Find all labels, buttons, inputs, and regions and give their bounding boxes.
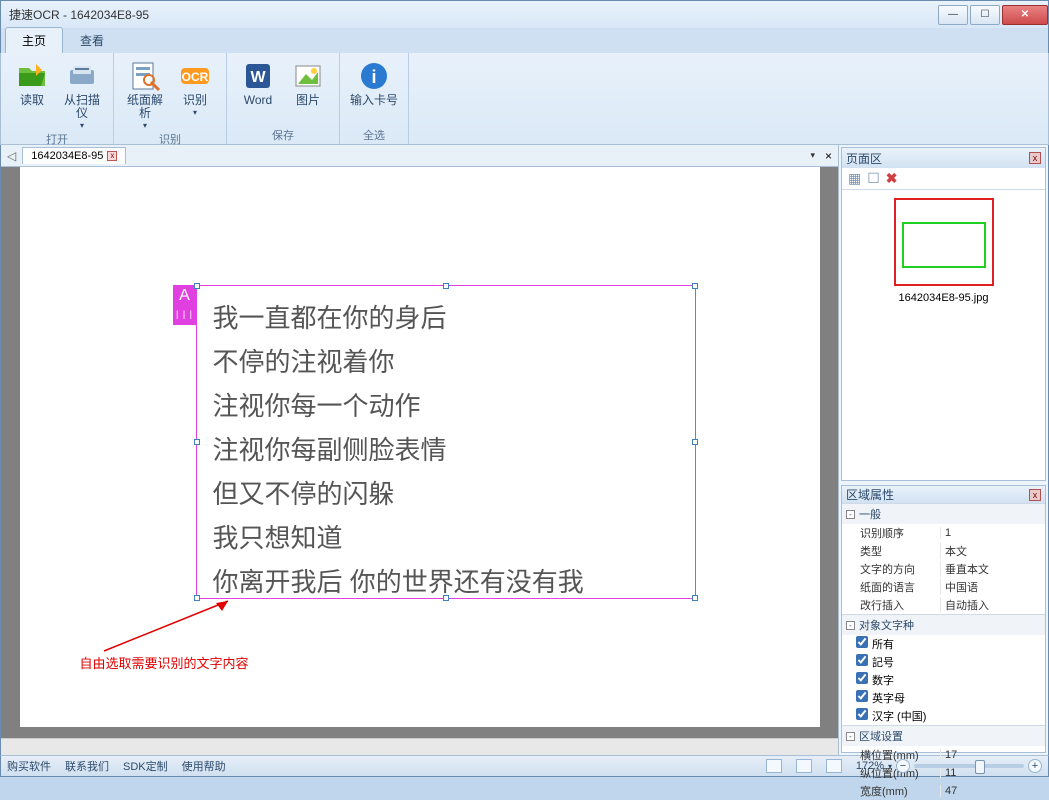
canvas-scroll[interactable]: A| | | 我一直都在你的身后 不停的注视着你 注视你每一个动作 注视你每副侧… xyxy=(1,167,838,738)
word-icon: W xyxy=(242,60,274,92)
chk-symbol xyxy=(856,654,868,666)
status-contact[interactable]: 联系我们 xyxy=(65,758,109,774)
horizontal-scrollbar[interactable] xyxy=(1,738,838,755)
scanner-button[interactable]: 从扫描仪 ▾ xyxy=(59,57,105,131)
zoom-value: 172% xyxy=(856,760,884,772)
tab-prev-icon[interactable]: ◁ xyxy=(7,149,16,163)
annotation-arrow-icon xyxy=(98,597,238,657)
view-mode-1-icon[interactable] xyxy=(766,759,782,773)
zoom-out-button[interactable]: − xyxy=(896,759,910,773)
prop-section-region[interactable]: -区域设置 xyxy=(842,726,1045,746)
close-button[interactable]: ✕ xyxy=(1002,5,1048,25)
document-tabbar: ◁ 1642034E8-95 x ▾ × xyxy=(1,145,838,167)
doc-tab-menu[interactable]: ▾ xyxy=(806,150,819,161)
ribbon-tabs: 主页 查看 xyxy=(0,28,1049,53)
document-tab[interactable]: 1642034E8-95 x xyxy=(22,147,126,164)
ocr-icon: OCR xyxy=(179,60,211,92)
window-title: 捷速OCR - 1642034E8-95 xyxy=(9,6,936,23)
view-mode-2-icon[interactable] xyxy=(796,759,812,773)
svg-text:i: i xyxy=(371,67,376,87)
ribbon: 读取 从扫描仪 ▾ 打开 纸面解析 ▾ OCR 识别 ▾ 识别 xyxy=(0,53,1049,145)
chevron-down-icon[interactable]: ▾ xyxy=(888,762,892,771)
thumb-list-icon[interactable]: ☐ xyxy=(867,170,880,187)
selection-tag: A| | | xyxy=(173,285,197,325)
tab-home[interactable]: 主页 xyxy=(5,27,63,53)
doc-close-icon[interactable]: x xyxy=(107,151,117,161)
card-button[interactable]: i 输入卡号 xyxy=(348,57,400,127)
selection-text: 我一直都在你的身后 不停的注视着你 注视你每一个动作 注视你每副侧脸表情 但又不… xyxy=(197,286,695,614)
maximize-button[interactable]: ☐ xyxy=(970,5,1000,25)
selection-box[interactable]: A| | | 我一直都在你的身后 不停的注视着你 注视你每一个动作 注视你每副侧… xyxy=(196,285,696,599)
prop-panel-header: 区域属性 x xyxy=(842,486,1045,503)
page-panel-header: 页面区 x xyxy=(842,148,1045,168)
chk-alpha xyxy=(856,690,868,702)
thumb-grid-icon[interactable]: ▦ xyxy=(848,170,861,187)
svg-text:OCR: OCR xyxy=(182,70,209,84)
parse-button[interactable]: 纸面解析 ▾ xyxy=(122,57,168,131)
zoom-in-button[interactable]: + xyxy=(1028,759,1042,773)
minimize-button[interactable]: — xyxy=(938,5,968,25)
page: A| | | 我一直都在你的身后 不停的注视着你 注视你每一个动作 注视你每副侧… xyxy=(20,167,820,727)
chk-cjk xyxy=(856,708,868,720)
read-button[interactable]: 读取 xyxy=(9,57,55,131)
chevron-down-icon: ▾ xyxy=(193,108,197,117)
chevron-down-icon: ▾ xyxy=(80,121,84,130)
panel-close-icon[interactable]: x xyxy=(1029,152,1041,164)
tab-view[interactable]: 查看 xyxy=(63,27,121,53)
word-button[interactable]: W Word xyxy=(235,57,281,127)
image-icon xyxy=(292,60,324,92)
image-button[interactable]: 图片 xyxy=(285,57,331,127)
status-buy[interactable]: 购买软件 xyxy=(7,758,51,774)
view-mode-3-icon[interactable] xyxy=(826,759,842,773)
chk-all xyxy=(856,636,868,648)
annotation-text: 自由选取需要识别的文字内容 xyxy=(80,653,249,672)
prop-section-charset[interactable]: -对象文字种 xyxy=(842,615,1045,635)
status-sdk[interactable]: SDK定制 xyxy=(123,758,168,774)
chk-digit xyxy=(856,672,868,684)
zoom-slider[interactable] xyxy=(914,764,1024,768)
thumb-delete-icon[interactable]: ✖ xyxy=(886,170,898,187)
window-titlebar: 捷速OCR - 1642034E8-95 — ☐ ✕ xyxy=(0,0,1049,28)
page-thumbnail[interactable]: 1642034E8-95.jpg xyxy=(894,198,994,304)
chevron-down-icon: ▾ xyxy=(143,121,147,130)
property-grid: -一般 识别顺序1 类型本文 文字的方向垂直本文 纸面的语言中国语 改行插入自动… xyxy=(842,503,1045,800)
thumb-toolbar: ▦ ☐ ✖ xyxy=(842,168,1045,190)
panel-close-icon[interactable]: x xyxy=(1029,489,1041,501)
page-parse-icon xyxy=(129,60,161,92)
zoom-control: 172% ▾ − + xyxy=(856,759,1042,773)
svg-text:W: W xyxy=(250,69,266,86)
doc-tab-close-all[interactable]: × xyxy=(825,149,832,163)
folder-arrow-icon xyxy=(16,60,48,92)
info-icon: i xyxy=(358,60,390,92)
prop-section-general[interactable]: -一般 xyxy=(842,504,1045,524)
status-help[interactable]: 使用帮助 xyxy=(182,758,226,774)
ocr-button[interactable]: OCR 识别 ▾ xyxy=(172,57,218,131)
scanner-icon xyxy=(66,60,98,92)
